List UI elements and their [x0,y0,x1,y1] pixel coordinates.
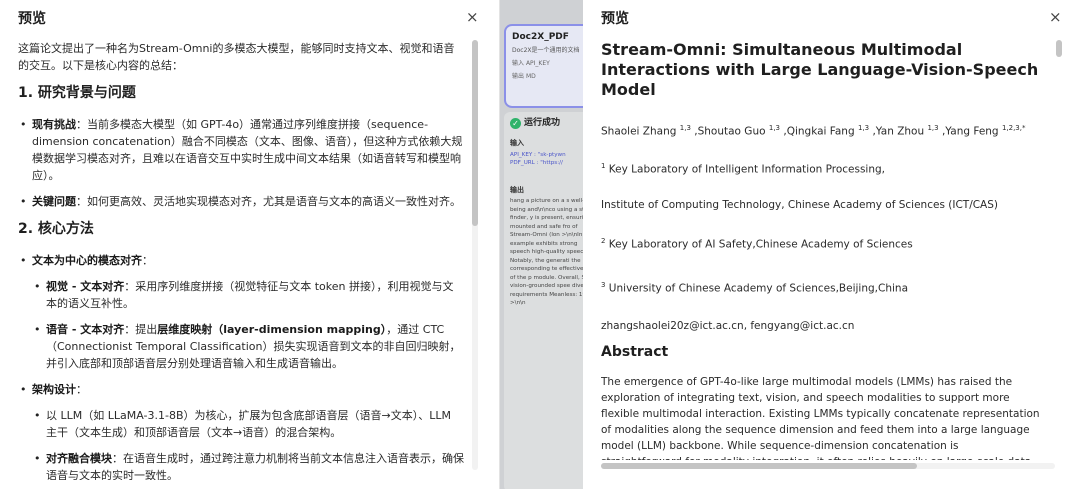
list-item: 对齐融合模块：在语音生成时，通过跨注意力机制将当前文本信息注入语音表示，确保语音… [32,450,464,480]
summary-intro: 这篇论文提出了一种名为Stream-Omni的多模态大模型，能够同时支持文本、视… [18,42,455,72]
left-scrollbar-thumb[interactable] [472,40,478,226]
bullet-label: 现有挑战 [32,118,76,131]
abstract-heading: Abstract [601,344,669,360]
workflow-background: Doc2X_PDF Doc2X是一个通用的文档 输入 API_KEY 输出 MD… [500,0,584,489]
left-scrollbar[interactable] [472,40,478,470]
bullet-text: ：当前多模态大模型（如 GPT-4o）通常通过序列维度拼接（sequence-d… [32,118,463,182]
result-output-text: hang a picture on a s well-being and\n\n… [510,198,584,306]
run-result-panel: ✓ 运行成功 输入 API_KEY : "sk-ptywn PDF_URL : "… [504,112,584,489]
section-heading-background: 1. 研究背景与问题 [18,85,136,101]
paper-affiliation: 3 University of Chinese Academy of Scien… [601,280,908,295]
bullet-text: ： [142,254,153,267]
bullet-label: 语音 - 文本对齐 [46,323,125,336]
right-vertical-scrollbar-thumb[interactable] [1056,40,1062,57]
left-preview-panel: 预览 × 这篇论文提出了一种名为Stream-Omni的多模态大模型，能够同时支… [0,0,500,489]
bullet-label: 视觉 - 文本对齐 [46,280,125,293]
abstract-text: The emergence of GPT-4o-like large multi… [601,376,1040,460]
list-item: 视觉 - 文本对齐：采用序列维度拼接（视觉特征与文本 token 拼接），利用视… [32,278,464,312]
bullet-text: ：提出 [124,323,158,336]
paper-authors: Shaolei Zhang 1,3 ,Shoutao Guo 1,3 ,Qing… [601,124,1026,138]
left-close-icon[interactable]: × [466,8,479,26]
bullet-label: 关键问题 [32,195,76,208]
section-heading-method: 2. 核心方法 [18,221,94,237]
right-horizontal-scrollbar[interactable] [601,463,1055,469]
list-item: 语音 - 文本对齐：提出层维度映射（layer-dimension mappin… [32,321,464,372]
result-kv: PDF_URL : "https:// [510,160,563,166]
bullet-label: 文本为中心的模态对齐 [32,254,142,267]
paper-title: Stream-Omni: Simultaneous Multimodal Int… [601,40,1039,99]
run-status: ✓ 运行成功 [510,118,584,129]
right-panel-title: 预览 [601,11,629,27]
paper-affiliation: 1 Key Laboratory of Intelligent Informat… [601,161,886,176]
list-item: 架构设计： [18,381,464,398]
node-input-row: 输入 API_KEY [512,60,550,67]
left-summary-content: 这篇论文提出了一种名为Stream-Omni的多模态大模型，能够同时支持文本、视… [18,40,464,480]
result-kv: API_KEY : "sk-ptywn [510,151,566,158]
right-panel-header: 预览 × [583,0,1080,36]
right-preview-panel: 预览 × Stream-Omni: Simultaneous Multimoda… [583,0,1080,489]
bullet-text: ：如何更高效、灵活地实现模态对齐，尤其是语音与文本的高语义一致性对齐。 [76,195,461,208]
bullet-label: 对齐融合模块 [46,452,112,465]
check-circle-icon: ✓ [510,118,521,129]
node-title: Doc2X_PDF [512,32,569,42]
result-input-label: 输入 [510,139,524,147]
node-description: Doc2X是一个通用的文档 [512,47,580,54]
paper-affiliation: Institute of Computing Technology, Chine… [601,199,999,211]
list-item: 以 LLM（如 LLaMA-3.1-8B）为核心，扩展为包含底部语音层（语音→文… [32,407,464,441]
bullet-text: 以 LLM（如 LLaMA-3.1-8B）为核心，扩展为包含底部语音层（语音→文… [46,409,451,439]
paper-preview-content: Stream-Omni: Simultaneous Multimodal Int… [601,40,1041,460]
doc2x-node-card[interactable]: Doc2X_PDF Doc2X是一个通用的文档 输入 API_KEY 输出 MD [504,24,584,108]
left-panel-header: 预览 × [0,0,499,36]
bullet-text: ： [76,383,87,396]
bullet-label-inline: 层维度映射（layer-dimension mapping） [157,323,387,336]
list-item: 文本为中心的模态对齐： [18,252,464,269]
left-panel-title: 预览 [18,11,46,27]
bullet-label: 架构设计 [32,383,76,396]
right-close-icon[interactable]: × [1049,8,1062,26]
node-output-row: 输出 MD [512,73,536,80]
paper-affiliation: 2 Key Laboratory of AI Safety,Chinese Ac… [601,237,913,251]
list-item: 关键问题：如何更高效、灵活地实现模态对齐，尤其是语音与文本的高语义一致性对齐。 [18,193,464,210]
list-item: 现有挑战：当前多模态大模型（如 GPT-4o）通常通过序列维度拼接（sequen… [18,116,464,184]
paper-emails: zhangshaolei20z@ict.ac.cn, fengyang@ict.… [601,320,855,332]
right-horizontal-scrollbar-thumb[interactable] [601,463,917,469]
result-output-label: 输出 [510,185,524,194]
right-vertical-scrollbar[interactable] [1056,40,1062,460]
